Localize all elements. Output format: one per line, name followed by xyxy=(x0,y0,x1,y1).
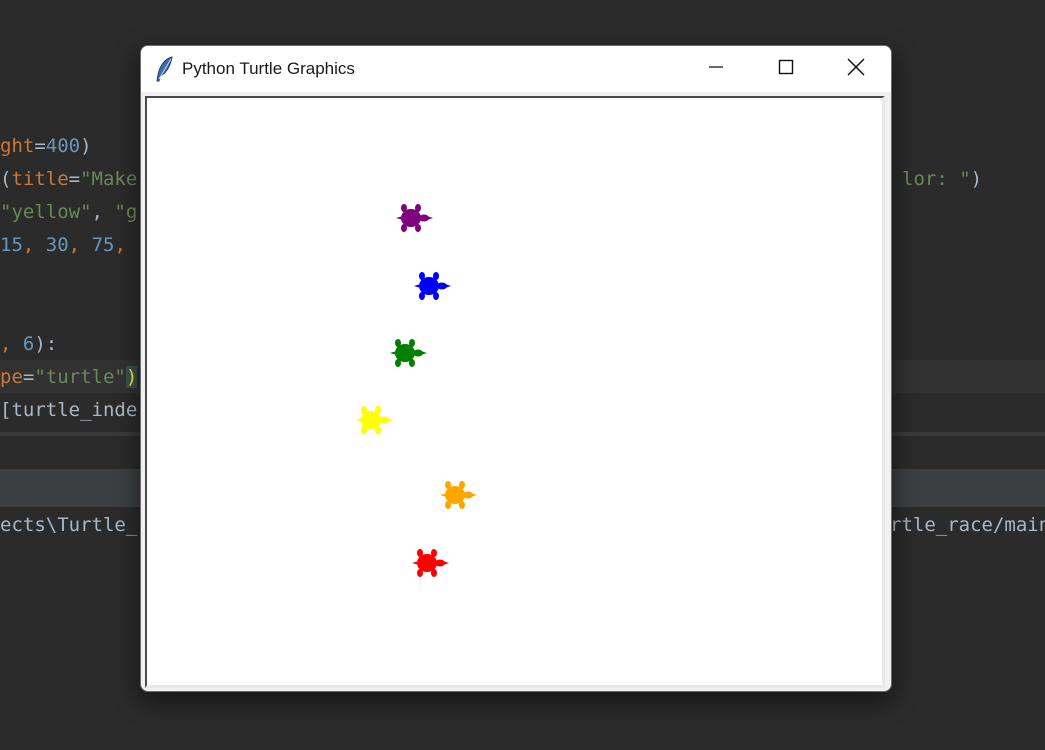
turtle-canvas-frame xyxy=(145,96,885,688)
code-token: , xyxy=(68,234,92,256)
window-title: Python Turtle Graphics xyxy=(182,59,355,78)
code-token: ) xyxy=(970,168,983,190)
code-token: ects\Turtle_r xyxy=(0,514,149,536)
code-token: [turtle_inde xyxy=(0,399,138,421)
code-token: "Make xyxy=(80,168,138,190)
turtle-yellow xyxy=(356,406,393,434)
code-line: "yellow", "g xyxy=(0,196,137,229)
code-token: pe xyxy=(0,366,23,388)
close-icon xyxy=(847,58,865,80)
code-token: "turtle" xyxy=(34,366,126,388)
turtle-purple xyxy=(396,204,433,232)
code-fragment-right-2: rtle_race/main xyxy=(890,509,1045,542)
code-token: lor: xyxy=(902,168,960,190)
minimize-button[interactable] xyxy=(681,46,751,92)
turtle-blue xyxy=(414,272,451,300)
code-token: rtle_race/main xyxy=(890,514,1045,536)
code-token: ) xyxy=(125,366,138,388)
code-token: = xyxy=(22,366,35,388)
code-fragment-right-1: lor: ") xyxy=(902,163,982,196)
code-token: , xyxy=(91,201,115,223)
code-token: " xyxy=(959,168,971,190)
window-titlebar[interactable]: Python Turtle Graphics xyxy=(141,46,891,92)
code-token: 30 xyxy=(45,234,69,256)
turtle-graphics-window[interactable]: Python Turtle Graphics xyxy=(140,45,892,692)
turtle-orange xyxy=(440,481,477,509)
minimize-icon xyxy=(708,59,724,79)
code-token: ) xyxy=(80,135,92,157)
code-token: "g xyxy=(114,201,138,223)
code-token: "yellow" xyxy=(0,201,92,223)
code-token: 15 xyxy=(0,234,23,256)
code-token: 75 xyxy=(91,234,115,256)
code-line: ects\Turtle_r xyxy=(0,509,149,542)
code-token: title xyxy=(11,168,69,190)
turtle-green xyxy=(390,339,427,367)
code-line: , 6): xyxy=(0,328,57,361)
code-token: , xyxy=(0,333,23,355)
code-token: = xyxy=(68,168,81,190)
code-line: pe="turtle") xyxy=(0,361,138,394)
code-token: , xyxy=(114,234,126,256)
code-token: 400 xyxy=(45,135,81,157)
code-token: = xyxy=(34,135,46,157)
code-token: ght xyxy=(0,135,35,157)
code-token: ): xyxy=(34,333,58,355)
code-token: 6 xyxy=(22,333,35,355)
close-button[interactable] xyxy=(821,46,891,92)
code-line: (title="Make xyxy=(0,163,137,196)
maximize-icon xyxy=(778,59,794,79)
code-line: [turtle_inde xyxy=(0,394,137,427)
code-token: , xyxy=(22,234,46,256)
maximize-button[interactable] xyxy=(751,46,821,92)
turtle-canvas[interactable] xyxy=(147,98,882,685)
feather-icon xyxy=(155,56,175,82)
code-line: 15, 30, 75, xyxy=(0,229,126,262)
turtle-red xyxy=(412,549,449,577)
code-token: ( xyxy=(0,168,12,190)
code-line: ght=400) xyxy=(0,130,92,163)
